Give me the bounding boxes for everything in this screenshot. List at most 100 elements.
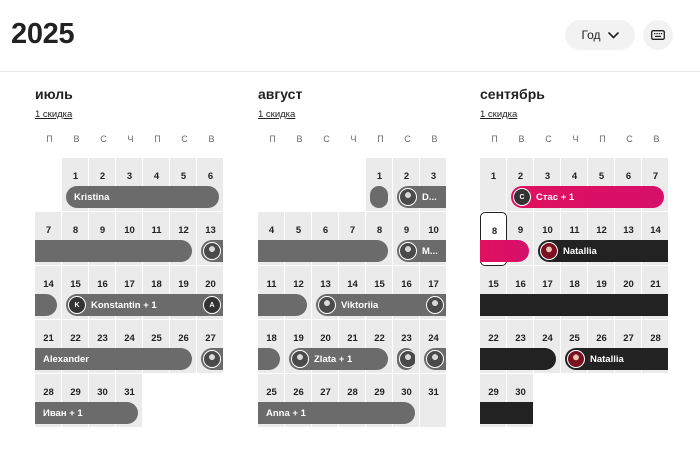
day-number: 15 xyxy=(374,279,385,290)
day-number: 27 xyxy=(320,387,331,398)
reservation-bar[interactable]: Zlata + 1 xyxy=(289,348,388,370)
day-number: 2 xyxy=(99,171,106,182)
reservation-bar[interactable] xyxy=(480,348,556,370)
reservation-bar[interactable]: M... xyxy=(397,240,446,262)
weekday-label: В xyxy=(208,134,215,144)
day-number: 5 xyxy=(295,225,302,236)
reservation-bar[interactable]: Natallia xyxy=(565,348,668,370)
guest-name: Viktoriia xyxy=(341,299,379,311)
guest-name: Konstantin + 1 xyxy=(91,299,157,311)
view-mode-dropdown[interactable]: Год xyxy=(565,20,635,50)
reservation-bar[interactable]: Alexander xyxy=(35,348,192,370)
day-number: 3 xyxy=(430,171,437,182)
month-grid: 1 2 3 4 5 6 7 8 9 10 11 12 13 14 15 16 17 18 19 20 21 22 23 24 2… xyxy=(480,158,676,434)
day-cell[interactable]: 1 xyxy=(480,158,507,212)
day-number: 24 xyxy=(124,333,135,344)
reservation-bar[interactable] xyxy=(480,402,533,424)
reservation-bar[interactable]: Natallia xyxy=(538,240,668,262)
day-number: 26 xyxy=(293,387,304,398)
day-number: 4 xyxy=(571,171,578,182)
guest-avatar xyxy=(291,350,309,368)
guest-avatar xyxy=(318,296,336,314)
page-title: 2025 xyxy=(11,18,75,50)
day-number: 4 xyxy=(268,225,275,236)
day-number: 6 xyxy=(625,171,632,182)
day-number: 17 xyxy=(428,279,439,290)
day-number: 14 xyxy=(43,279,54,290)
day-cell[interactable]: 31 xyxy=(420,374,447,428)
reservation-bar[interactable] xyxy=(258,294,307,316)
reservation-bar[interactable] xyxy=(370,186,388,208)
month-august: август 1 скидка ПВСЧПСВ 1 2 3 4 5 6 7 8 9 10 11 12 1… xyxy=(258,86,454,428)
day-number: 1 xyxy=(490,171,497,182)
day-number: 13 xyxy=(623,225,634,236)
reservation-bar[interactable] xyxy=(35,294,57,316)
weekday-label: Ч xyxy=(350,134,357,144)
day-number: 18 xyxy=(151,279,162,290)
day-number: 25 xyxy=(569,333,580,344)
reservation-bar[interactable]: Y... xyxy=(201,240,223,262)
day-number: 19 xyxy=(596,279,607,290)
reservation-bar[interactable]: Иван + 1 xyxy=(35,402,138,424)
day-number: 28 xyxy=(43,387,54,398)
day-number: 30 xyxy=(515,387,526,398)
day-number: 11 xyxy=(151,225,162,236)
reservation-bar[interactable]: C Стас + 1 xyxy=(511,186,664,208)
reservation-bar[interactable] xyxy=(258,348,280,370)
reservation-bar[interactable]: D... xyxy=(397,186,446,208)
day-number: 26 xyxy=(178,333,189,344)
reservation-bar[interactable] xyxy=(201,348,223,370)
day-number: 7 xyxy=(45,225,52,236)
reservation-bar[interactable] xyxy=(424,348,446,370)
view-mode-label: Год xyxy=(581,28,601,42)
day-number: 17 xyxy=(124,279,135,290)
guest-name: Natallia xyxy=(563,245,597,257)
day-number: 25 xyxy=(151,333,162,344)
day-number: 29 xyxy=(488,387,499,398)
day-number: 14 xyxy=(347,279,358,290)
keyboard-shortcuts-button[interactable] xyxy=(643,20,673,50)
month-grid: 1 2 3 4 5 6 7 8 9 10 11 12 13 14 15 16 17 18 19 20 21 22 23 24 2… xyxy=(35,158,231,434)
discount-link[interactable]: 1 скидка xyxy=(480,109,517,120)
guest-avatar: K xyxy=(68,296,86,314)
day-number: 4 xyxy=(153,171,160,182)
reservation-bar[interactable] xyxy=(258,240,388,262)
day-number: 20 xyxy=(623,279,634,290)
reservation-bar[interactable] xyxy=(480,294,668,316)
reservation-bar[interactable]: Anna + 1 xyxy=(258,402,415,424)
day-number: 2 xyxy=(403,171,410,182)
reservation-bar[interactable] xyxy=(424,294,446,316)
weekday-label: С xyxy=(323,134,330,144)
day-number: 23 xyxy=(97,333,108,344)
guest-name: Zlata + 1 xyxy=(314,353,353,365)
discount-link[interactable]: 1 скидка xyxy=(258,109,295,120)
guest-name: Иван + 1 xyxy=(43,407,83,419)
reservation-bar[interactable] xyxy=(35,240,192,262)
reservation-bar[interactable] xyxy=(397,348,415,370)
day-number: 11 xyxy=(569,225,580,236)
day-number: 18 xyxy=(569,279,580,290)
weekday-header: ПВСЧПСВ xyxy=(258,134,454,148)
day-number: 7 xyxy=(652,171,659,182)
day-number: 27 xyxy=(205,333,216,344)
day-number: 8 xyxy=(491,226,498,237)
reservation-bar[interactable]: K Konstantin + 1 xyxy=(66,294,219,316)
day-number: 3 xyxy=(544,171,551,182)
guest-avatar xyxy=(399,242,417,260)
day-number: 10 xyxy=(428,225,439,236)
discount-link[interactable]: 1 скидка xyxy=(35,109,72,120)
weekday-label: С xyxy=(545,134,552,144)
reservation-bar[interactable]: Kristina xyxy=(66,186,219,208)
reservation-bar[interactable] xyxy=(480,240,529,262)
day-number: 15 xyxy=(70,279,81,290)
day-number: 12 xyxy=(178,225,189,236)
day-number: 17 xyxy=(542,279,553,290)
reservation-bar[interactable]: A xyxy=(201,294,223,316)
day-number: 26 xyxy=(596,333,607,344)
weekday-label: С xyxy=(181,134,188,144)
day-number: 2 xyxy=(517,171,524,182)
day-number: 12 xyxy=(293,279,304,290)
month-name: август xyxy=(258,86,303,102)
guest-avatar xyxy=(567,350,585,368)
header-divider xyxy=(0,71,700,72)
